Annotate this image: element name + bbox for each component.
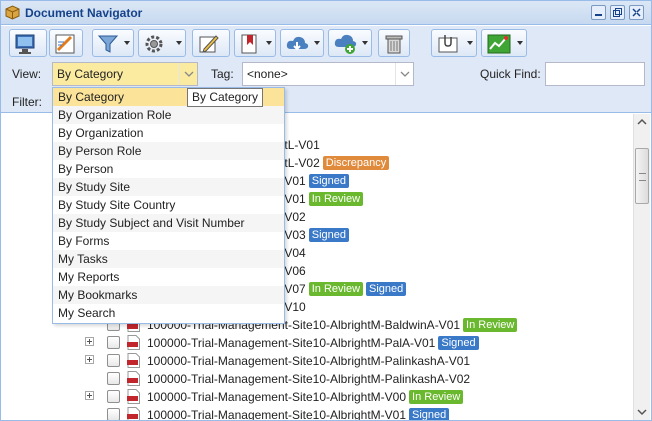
view-option[interactable]: My Search [53, 304, 284, 322]
status-badge: In Review [463, 318, 518, 332]
view-label: View: [12, 67, 42, 81]
view-combo[interactable]: By Category [52, 62, 198, 86]
document-name-text: 100000-Trial-Management-Site10-AlbrightM… [147, 408, 407, 420]
cloud-download-button[interactable] [280, 29, 324, 57]
delete-button[interactable] [378, 29, 410, 57]
chevron-down-icon [467, 41, 473, 45]
expand-icon[interactable] [85, 355, 94, 364]
expand-icon[interactable] [85, 391, 94, 400]
document-name[interactable]: 100000-Trial-Management-Site10-AlbrightM… [147, 354, 470, 368]
minimize-button[interactable] [591, 5, 606, 20]
filter-label: Filter: [12, 95, 42, 109]
view-dropdown-list: By Category By Organization Role By Organi… [52, 87, 285, 324]
tree-row[interactable]: 100000-Trial-Management-Site10-AlbrightM… [1, 370, 633, 388]
tag-combo-value: <none> [247, 67, 288, 81]
monitor-button[interactable] [9, 29, 47, 57]
edit-button[interactable] [192, 29, 230, 57]
chart-button[interactable] [481, 29, 527, 57]
view-option[interactable]: My Bookmarks [53, 286, 284, 304]
view-option[interactable]: By Study Site Country [53, 196, 284, 214]
row-checkbox[interactable] [107, 354, 120, 367]
view-option[interactable]: By Study Site [53, 178, 284, 196]
document-name[interactable]: 100000-Trial-Management-Site10-AlbrightM… [147, 390, 464, 404]
scroll-down-icon[interactable] [634, 404, 650, 420]
view-option[interactable]: By Person Role [53, 142, 284, 160]
box-icon [5, 5, 20, 20]
row-checkbox[interactable] [107, 390, 120, 403]
quick-find-label: Quick Find: [480, 67, 541, 81]
status-badge: In Review [308, 192, 364, 206]
bookmark-button[interactable] [234, 29, 276, 57]
scrollbar-thumb[interactable] [635, 148, 649, 204]
scroll-up-icon[interactable] [634, 114, 650, 130]
status-badge: Discrepancy [322, 156, 390, 170]
settings-button[interactable] [138, 29, 186, 57]
pdf-file-icon [127, 389, 140, 404]
chevron-down-icon [176, 41, 182, 45]
vertical-scrollbar[interactable] [633, 114, 650, 420]
tree-row[interactable]: 100000-Trial-Management-Site10-AlbrightM… [1, 388, 633, 406]
tree-row[interactable]: 100000-Trial-Management-Site10-AlbrightM… [1, 406, 633, 420]
toolbar [1, 26, 651, 61]
pdf-file-icon [127, 353, 140, 368]
tag-label: Tag: [211, 67, 234, 81]
document-name-text: 100000-Trial-Management-Site10-AlbrightM… [147, 336, 436, 350]
tree-row[interactable]: 100000-Trial-Management-Site10-AlbrightM… [1, 334, 633, 352]
document-name[interactable]: 100000-Trial-Management-Site10-AlbrightM… [147, 372, 470, 386]
view-option[interactable]: My Tasks [53, 250, 284, 268]
chevron-down-icon [124, 41, 130, 45]
chevron-down-icon [517, 41, 523, 45]
view-option[interactable]: By Person [53, 160, 284, 178]
collapse-button[interactable] [629, 5, 644, 20]
chevron-down-icon[interactable] [395, 63, 413, 85]
status-badge: Signed [366, 282, 407, 296]
status-badge: In Review [308, 282, 364, 296]
pdf-file-icon [127, 407, 140, 420]
expand-icon[interactable] [85, 337, 94, 346]
pdf-file-icon [127, 371, 140, 386]
document-name[interactable]: 100000-Trial-Management-Site10-AlbrightM… [147, 336, 479, 350]
pdf-file-icon [127, 335, 140, 350]
edit-chart-button[interactable] [49, 29, 83, 57]
quick-find-input[interactable] [545, 62, 645, 86]
status-badge: Signed [438, 336, 479, 350]
row-checkbox[interactable] [107, 372, 120, 385]
cloud-add-button[interactable] [328, 29, 372, 57]
view-option[interactable]: By Study Subject and Visit Number [53, 214, 284, 232]
document-name-text: 100000-Trial-Management-Site10-AlbrightM… [147, 354, 471, 368]
tag-combo[interactable]: <none> [242, 62, 414, 86]
view-option[interactable]: My Reports [53, 268, 284, 286]
title-bar: Document Navigator [1, 1, 651, 25]
row-checkbox[interactable] [107, 336, 120, 349]
view-option[interactable]: By Organization Role [53, 106, 284, 124]
status-badge: Signed [308, 174, 349, 188]
document-name-text: 100000-Trial-Management-Site10-AlbrightM… [147, 390, 407, 404]
chevron-down-icon[interactable] [179, 63, 197, 85]
status-badge: Signed [409, 408, 450, 420]
chevron-down-icon [314, 41, 320, 45]
chevron-down-icon [362, 41, 368, 45]
view-option[interactable]: By Organization [53, 124, 284, 142]
row-checkbox[interactable] [107, 408, 120, 420]
filter-button[interactable] [92, 29, 134, 57]
document-name[interactable]: 100000-Trial-Management-Site10-AlbrightM… [147, 408, 450, 420]
chevron-down-icon [266, 41, 272, 45]
tree-row[interactable]: 100000-Trial-Management-Site10-AlbrightM… [1, 352, 633, 370]
attach-button[interactable] [431, 29, 477, 57]
status-badge: Signed [308, 228, 349, 242]
tooltip: By Category [187, 88, 264, 107]
document-name-text: 100000-Trial-Management-Site10-AlbrightM… [147, 372, 471, 386]
restore-button[interactable] [610, 5, 625, 20]
view-option[interactable]: By Forms [53, 232, 284, 250]
document-navigator-window: Document Navigator View: By Category Tag… [0, 0, 652, 421]
status-badge: In Review [409, 390, 464, 404]
window-title: Document Navigator [25, 6, 143, 20]
view-combo-value: By Category [57, 67, 124, 81]
